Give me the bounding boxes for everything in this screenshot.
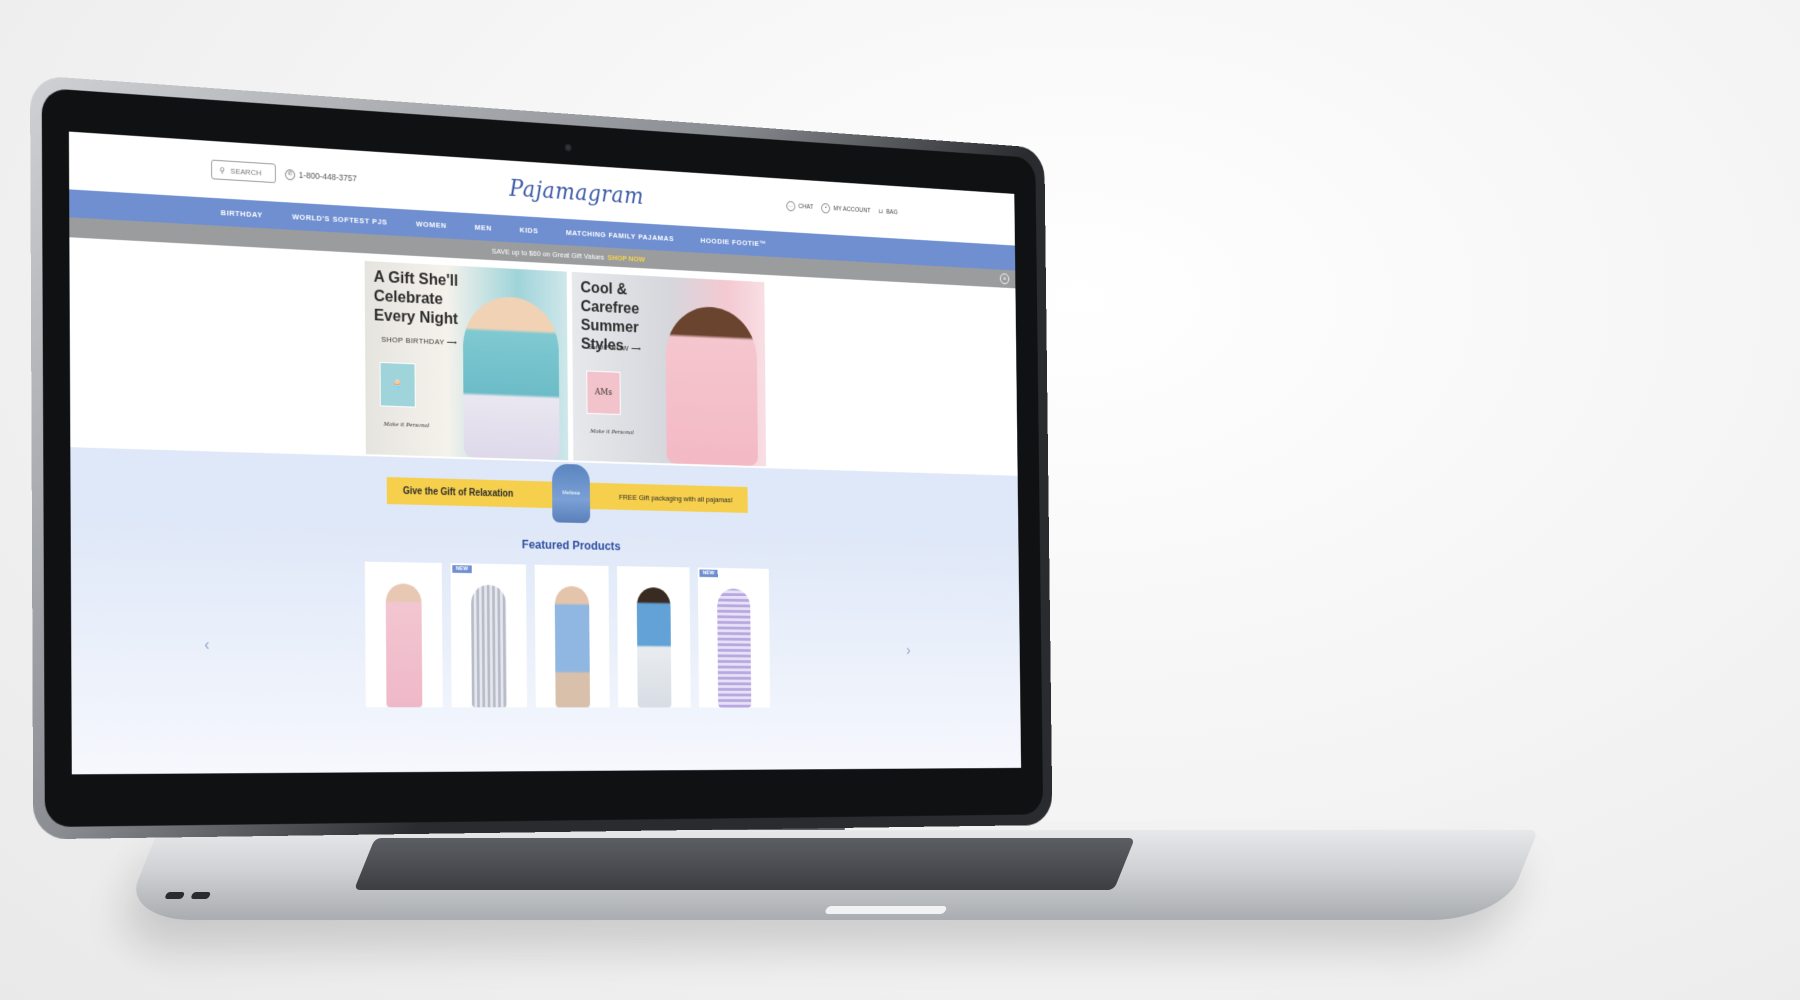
product-image xyxy=(554,585,591,708)
nav-item-matching-family[interactable]: MATCHING FAMILY PAJAMAS xyxy=(566,228,674,243)
nav-item-hoodie-footie[interactable]: HOODIE FOOTIE™ xyxy=(701,236,767,248)
product-image xyxy=(471,584,508,708)
make-it-personal-label: Make it Personal xyxy=(383,420,430,430)
nav-item-softest-pjs[interactable]: WORLD'S SOFTEST PJS xyxy=(292,212,387,226)
search-placeholder: SEARCH xyxy=(230,166,262,177)
phone-text: 1-800-448-3757 xyxy=(298,170,357,184)
chat-icon: … xyxy=(786,200,796,211)
laptop-base xyxy=(121,830,1539,920)
product-image xyxy=(717,588,752,708)
product-card[interactable]: NEW xyxy=(697,567,771,708)
gift-relaxation-text: Give the Gift of Relaxation xyxy=(402,485,514,500)
new-badge: NEW xyxy=(452,565,472,574)
product-card[interactable] xyxy=(364,561,443,708)
header-left: ⚲ SEARCH ✆ 1-800-448-3757 xyxy=(211,159,357,189)
site-logo[interactable]: Pajamagram xyxy=(509,175,644,210)
gift-bag-label: Melissa xyxy=(562,490,580,497)
screen-bezel: ⚲ SEARCH ✆ 1-800-448-3757 Pajamagram … C… xyxy=(41,87,1044,828)
hero-birthday-title: A Gift She'll Celebrate Every Night xyxy=(373,267,459,328)
product-card[interactable] xyxy=(616,566,691,708)
usb-port xyxy=(164,892,186,899)
bag-icon: ⊔ xyxy=(878,208,883,216)
bag-label: BAG xyxy=(886,208,898,216)
featured-products-section: Featured Products NEW NEW ‹ › xyxy=(70,517,1022,775)
promo-text: SAVE up to $60 on Great Gift Values xyxy=(491,246,605,261)
header-right: … CHAT • MY ACCOUNT ⊔ BAG xyxy=(786,200,898,217)
monogram-tag: AMs xyxy=(586,370,621,416)
phone-icon: ✆ xyxy=(285,168,296,180)
web-page: ⚲ SEARCH ✆ 1-800-448-3757 Pajamagram … C… xyxy=(69,132,1022,775)
user-icon: • xyxy=(821,202,831,214)
chat-label: CHAT xyxy=(798,202,814,211)
gift-bag-icon: Melissa xyxy=(551,463,591,524)
laptop: ⚲ SEARCH ✆ 1-800-448-3757 Pajamagram … C… xyxy=(20,75,1539,955)
promo-shop-now-link[interactable]: SHOP NOW xyxy=(608,253,646,263)
hero-summer-banner[interactable]: Cool & Carefree Summer Styles SHOP NOW ⟶… xyxy=(571,271,767,467)
webcam-icon xyxy=(564,143,572,152)
account-label: MY ACCOUNT xyxy=(833,205,871,214)
model-image xyxy=(462,294,560,461)
chevron-left-icon[interactable]: ‹ xyxy=(204,637,209,655)
close-icon[interactable]: × xyxy=(999,273,1010,285)
usb-port xyxy=(190,892,212,899)
new-badge: NEW xyxy=(699,569,718,578)
laptop-lid: ⚲ SEARCH ✆ 1-800-448-3757 Pajamagram … C… xyxy=(30,75,1053,840)
product-card[interactable] xyxy=(534,564,610,708)
product-carousel: NEW NEW xyxy=(71,556,1021,708)
account-link[interactable]: • MY ACCOUNT xyxy=(821,202,871,216)
search-icon: ⚲ xyxy=(219,165,225,175)
shop-birthday-link[interactable]: SHOP BIRTHDAY ⟶ xyxy=(381,335,457,347)
phone-number[interactable]: ✆ 1-800-448-3757 xyxy=(285,168,357,184)
product-card[interactable]: NEW xyxy=(450,563,528,708)
keyboard xyxy=(353,838,1135,890)
bag-link[interactable]: ⊔ BAG xyxy=(879,208,898,216)
nav-item-men[interactable]: MEN xyxy=(475,223,492,233)
trackpad-notch xyxy=(824,906,948,914)
chat-link[interactable]: … CHAT xyxy=(786,200,813,212)
make-it-personal-label: Make it Personal xyxy=(590,428,634,437)
nav-item-kids[interactable]: KIDS xyxy=(520,225,539,235)
cupcake-tag-icon: 🧁 xyxy=(379,361,416,408)
nav-item-women[interactable]: WOMEN xyxy=(416,219,447,229)
product-image xyxy=(636,587,672,708)
nav-item-birthday[interactable]: BIRTHDAY xyxy=(221,208,263,219)
product-image xyxy=(385,583,423,708)
hero-birthday-banner[interactable]: A Gift She'll Celebrate Every Night SHOP… xyxy=(364,260,569,461)
chevron-right-icon[interactable]: › xyxy=(906,643,910,659)
free-gift-packaging-text: FREE Gift packaging with all pajamas! xyxy=(618,492,733,504)
search-input[interactable]: ⚲ SEARCH xyxy=(211,159,276,184)
screen: ⚲ SEARCH ✆ 1-800-448-3757 Pajamagram … C… xyxy=(68,131,1022,775)
model-image xyxy=(665,304,758,467)
